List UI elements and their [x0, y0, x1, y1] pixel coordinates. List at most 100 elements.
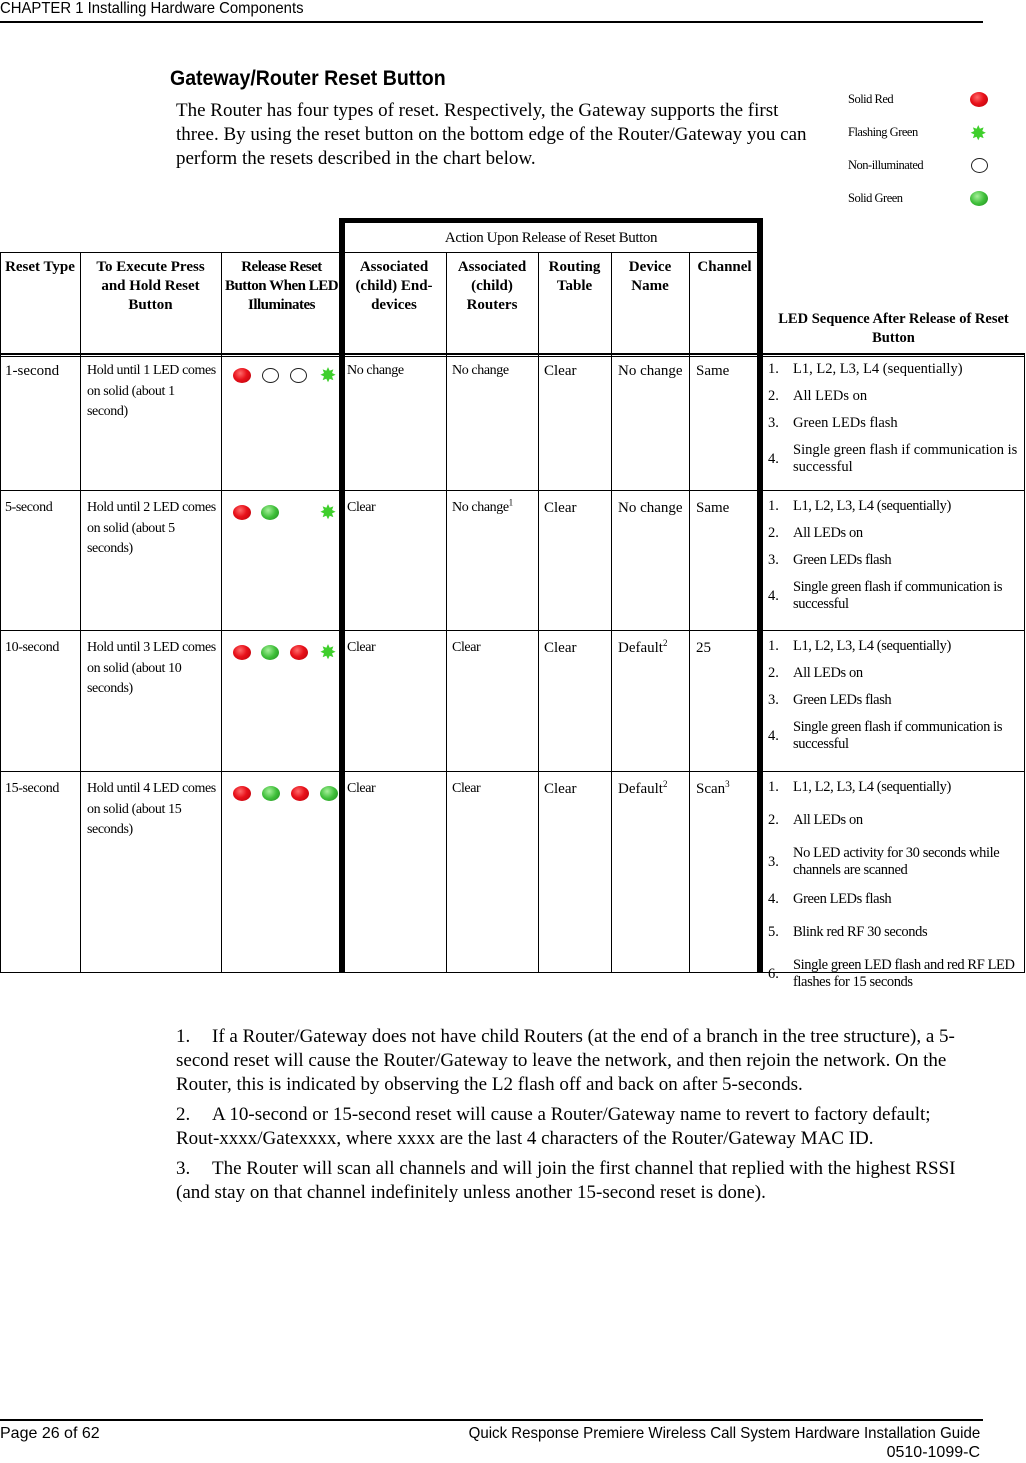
routing-table-value: Clear — [544, 781, 577, 797]
routing-table-value: Clear — [544, 640, 577, 656]
device-name-value: No change — [618, 363, 683, 379]
group-header-label: Action Upon Release of Reset Button — [444, 230, 658, 246]
channel-value: 25 — [696, 640, 711, 656]
led-sequence-step: 2. All LEDs on — [768, 812, 1021, 845]
step-text: L1, L2, L3, L4 (sequentially) — [793, 361, 963, 377]
solid-green-led-icon — [262, 785, 280, 801]
end-devices-cell: Clear — [347, 779, 442, 970]
step-text: Single green flash if communication is s… — [793, 579, 1003, 612]
led-sequence-step: 3. No LED activity for 30 seconds while c… — [768, 845, 1021, 879]
led-sequence-step: 3. Green LEDs flash — [768, 552, 1021, 579]
reset-table: Action Upon Release of Reset Button Reset… — [0, 218, 1026, 990]
group-header: Action Upon Release of Reset Button — [342, 224, 760, 252]
solid-red-led-icon — [233, 785, 251, 801]
led-sequence-step: 5. Blink red RF 30 seconds — [768, 924, 1021, 957]
step-number: 2. — [768, 812, 779, 828]
step-number: 5. — [768, 924, 779, 940]
flashing-green-led-icon: ✸ — [319, 363, 337, 387]
legend-label: Solid Red — [848, 92, 894, 106]
execute-cell: Hold until 2 LED comes on solid (about 5… — [87, 498, 218, 628]
flashing-green-led-icon: ✸ — [319, 640, 337, 664]
device-name-cell: Default2 — [618, 638, 685, 769]
led-sequence-step: 1. L1, L2, L3, L4 (sequentially) — [768, 779, 1021, 812]
chapter-header: CHAPTER 1 Installing Hardware Components — [0, 0, 304, 17]
step-number: 6. — [768, 965, 779, 982]
column-header-execute: To Execute Press and Hold Reset Button — [83, 258, 218, 353]
reset-type: 10-second — [5, 640, 59, 655]
step-text: All LEDs on — [793, 525, 863, 541]
step-text: Green LEDs flash — [793, 552, 892, 568]
group-frame-right — [757, 218, 763, 972]
column-header-release: Release Reset Button When LED Illuminate… — [224, 258, 339, 353]
solid-green-led-icon — [261, 644, 280, 660]
step-number: 2. — [768, 525, 779, 541]
led-sequence-list: 1. L1, L2, L3, L4 (sequentially) 2. All LED… — [768, 638, 1021, 753]
section-title: Gateway/Router Reset Button — [170, 67, 446, 90]
non-illuminated-led-icon — [971, 158, 988, 173]
step-number: 3. — [768, 415, 779, 431]
column-header-reset-type: Reset Type — [3, 258, 77, 353]
reset-type-cell: 15-second — [5, 779, 79, 970]
step-text: L1, L2, L3, L4 (sequentially) — [793, 779, 951, 795]
flashing-green-led-icon: ✸ — [969, 120, 987, 145]
column-separator — [689, 252, 691, 972]
solid-green-led-icon — [970, 191, 988, 206]
routing-table-cell: Clear — [544, 361, 607, 488]
group-frame-top — [339, 218, 763, 223]
column-header-routing-table: Routing Table — [541, 258, 608, 353]
led-sequence-step: 1. L1, L2, L3, L4 (sequentially) — [768, 498, 1021, 525]
routing-table-cell: Clear — [544, 498, 607, 628]
routers-cell: Clear — [452, 638, 534, 769]
execute-instruction: Hold until 2 LED comes on solid (about 5… — [87, 500, 216, 556]
table-right-border — [1024, 353, 1026, 972]
routers-cell: Clear — [452, 779, 534, 970]
device-name-cell: No change — [618, 498, 685, 628]
step-text: Green LEDs flash — [793, 415, 898, 431]
execute-cell: Hold until 1 LED comes on solid (about 1… — [87, 361, 218, 488]
column-separator — [221, 252, 223, 972]
row-separator — [0, 490, 1025, 492]
footnotes: 1. If a Router/Gateway does not have chil… — [176, 1025, 976, 1211]
step-text: L1, L2, L3, L4 (sequentially) — [793, 498, 951, 514]
step-number: 1. — [768, 361, 779, 377]
led-sequence-list: 1. L1, L2, L3, L4 (sequentially) 2. All LED… — [768, 361, 1021, 476]
flashing-green-led-icon: ✸ — [319, 500, 337, 524]
solid-red-led-icon — [970, 92, 988, 107]
step-text: Single green flash if communication is s… — [793, 442, 1018, 475]
footnote-ref: 2 — [662, 638, 668, 648]
led-sequence-list: 1. L1, L2, L3, L4 (sequentially) 2. All LED… — [768, 498, 1021, 613]
footnote-ref: 1 — [508, 497, 514, 508]
channel-cell: Same — [696, 498, 756, 628]
step-number: 4. — [768, 587, 779, 604]
release-leds-cell: ✸ — [233, 363, 338, 387]
column-separator — [446, 252, 448, 972]
solid-red-led-icon — [291, 785, 309, 801]
column-header-label: To Execute Press and Hold Reset Button — [96, 259, 205, 313]
step-number: 4. — [768, 727, 779, 744]
step-number: 4. — [768, 891, 779, 907]
header-top-rule — [0, 252, 342, 254]
routers-cell: No change1 — [452, 498, 534, 628]
legend-label: Flashing Green — [848, 125, 918, 139]
step-number: 3. — [768, 853, 779, 870]
end-devices-cell: No change — [347, 361, 442, 488]
column-header-device-name: Device Name — [614, 258, 686, 353]
end-devices-value: Clear — [347, 500, 376, 515]
reset-type: 5-second — [5, 500, 53, 515]
step-text: No LED activity for 30 seconds while cha… — [793, 845, 1000, 878]
legend-item-solid-green: Solid Green — [848, 182, 988, 215]
step-text: Single green LED flash and red RF LED fl… — [793, 957, 1015, 990]
routing-table-cell: Clear — [544, 638, 607, 769]
header-bottom-rule-2 — [0, 356, 1025, 357]
footnote-2: 2. A 10-second or 15-second reset will ca… — [176, 1104, 931, 1149]
execute-cell: Hold until 4 LED comes on solid (about 1… — [87, 779, 218, 970]
footnote-ref: 2 — [662, 779, 668, 789]
led-sequence-cell: 1. L1, L2, L3, L4 (sequentially) 2. All LED… — [768, 638, 1021, 769]
end-devices-cell: Clear — [347, 498, 442, 628]
reset-type-cell: 1-second — [5, 361, 79, 488]
channel-value: Scan — [696, 781, 726, 797]
page-number: Page 26 of 62 — [0, 1425, 100, 1442]
column-separator — [538, 252, 540, 972]
header-bottom-rule — [0, 353, 1025, 355]
led-sequence-step: 3. Green LEDs flash — [768, 692, 1021, 719]
